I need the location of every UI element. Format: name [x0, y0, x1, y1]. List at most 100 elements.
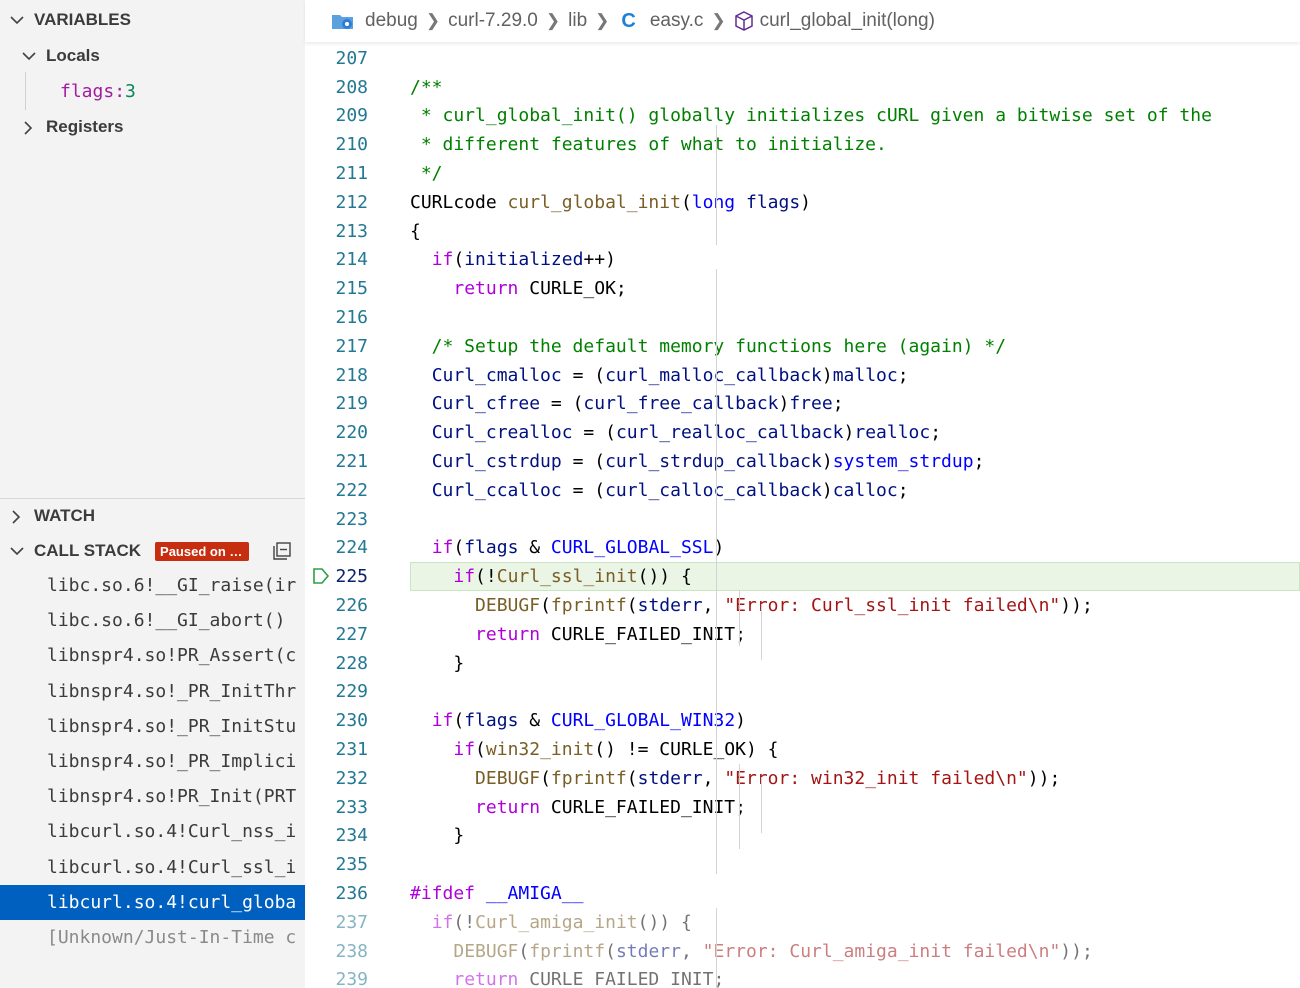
- chevron-down-icon: [22, 50, 36, 62]
- code-line[interactable]: 219 Curl_cfree = (curl_free_callback)fre…: [305, 390, 1300, 419]
- callstack-header-label: CALL STACK: [34, 541, 142, 560]
- code-token: (!: [475, 566, 497, 588]
- code-text: DEBUGF(fprintf(stderr, "Error: Curl_ssl_…: [410, 595, 1093, 616]
- collapse-all-icon[interactable]: [272, 541, 292, 561]
- code-line[interactable]: 234 }: [305, 822, 1300, 851]
- chevron-down-icon: [10, 14, 24, 26]
- code-token: ): [778, 393, 790, 415]
- code-line[interactable]: 208 /**: [305, 73, 1300, 102]
- code-token: (: [540, 595, 551, 617]
- code-line[interactable]: 230 if(flags & CURL_GLOBAL_WIN32): [305, 706, 1300, 735]
- call-stack-frame[interactable]: libnspr4.so!_PR_Implici: [0, 744, 305, 779]
- code-line[interactable]: 238 DEBUGF(fprintf(stderr, "Error: Curl_…: [305, 937, 1300, 966]
- code-token: stderr: [637, 767, 703, 789]
- code-line[interactable]: 207: [305, 44, 1300, 73]
- code-text: Curl_crealloc = (curl_realloc_callback)r…: [410, 422, 941, 443]
- breadcrumb-item-folder[interactable]: curl-7.29.0: [448, 10, 538, 32]
- code-line[interactable]: 221 Curl_cstrdup = (curl_strdup_callback…: [305, 447, 1300, 476]
- code-token: ): [843, 422, 855, 444]
- code-line[interactable]: 232 DEBUGF(fprintf(stderr, "Error: win32…: [305, 764, 1300, 793]
- code-token: DEBUGF: [475, 595, 541, 617]
- call-stack-frame-label: libcurl.so.4!Curl_ssl_i: [47, 856, 297, 878]
- code-line[interactable]: 222 Curl_ccalloc = (curl_calloc_callback…: [305, 476, 1300, 505]
- code-text: Curl_cstrdup = (curl_strdup_callback)sys…: [410, 451, 985, 472]
- code-line[interactable]: 214 if(initialized++): [305, 246, 1300, 275]
- code-token: free: [789, 393, 833, 415]
- code-line[interactable]: 226 DEBUGF(fprintf(stderr, "Error: Curl_…: [305, 591, 1300, 620]
- call-stack-frame[interactable]: libnspr4.so!_PR_InitStu: [0, 709, 305, 744]
- code-line[interactable]: 217 /* Setup the default memory function…: [305, 332, 1300, 361]
- call-stack-frame[interactable]: libnspr4.so!PR_Assert(c: [0, 638, 305, 673]
- code-line[interactable]: 218 Curl_cmalloc = (curl_malloc_callback…: [305, 361, 1300, 390]
- callstack-section-header[interactable]: CALL STACK Paused on e...: [0, 534, 250, 568]
- method-cube-icon: [734, 11, 754, 31]
- code-token: }: [410, 652, 465, 674]
- code-line[interactable]: 215 return CURLE_OK;: [305, 274, 1300, 303]
- code-token: (: [475, 739, 486, 761]
- code-line[interactable]: 231 if(win32_init() != CURLE_OK) {: [305, 735, 1300, 764]
- call-stack-frame[interactable]: [Unknown/Just-In-Time c: [0, 920, 305, 955]
- code-token: ()) {: [637, 911, 692, 933]
- code-text: }: [410, 825, 464, 846]
- code-text: return CURLE_FAILED_INIT;: [410, 969, 724, 988]
- code-token: CURLE_FAILED_INIT;: [518, 969, 725, 988]
- call-stack-frame[interactable]: libnspr4.so!_PR_InitThr: [0, 674, 305, 709]
- call-stack-frame[interactable]: libc.so.6!__GI_raise(ir: [0, 568, 305, 603]
- variable-flags[interactable]: flags: 3: [60, 74, 136, 108]
- call-stack-frame-label: libnspr4.so!_PR_Implici: [47, 751, 297, 772]
- locals-scope[interactable]: Locals: [20, 39, 100, 73]
- code-line[interactable]: 236 #ifdef __AMIGA__: [305, 879, 1300, 908]
- code-token: ));: [1060, 940, 1093, 962]
- code-line[interactable]: 229: [305, 678, 1300, 707]
- call-stack-frame-label: libnspr4.so!PR_Init(PRT: [47, 786, 297, 808]
- line-number: 220: [335, 422, 368, 444]
- code-line[interactable]: 235: [305, 850, 1300, 879]
- call-stack-frame[interactable]: libcurl.so.4!Curl_nss_i: [0, 814, 305, 849]
- code-token: if: [431, 911, 454, 933]
- code-token: if: [431, 710, 454, 732]
- code-token: flags: [745, 191, 801, 213]
- code-line[interactable]: 209 * curl_global_init() globally initia…: [305, 102, 1300, 131]
- code-line[interactable]: 227 return CURLE_FAILED_INIT;: [305, 620, 1300, 649]
- code-line[interactable]: 223: [305, 505, 1300, 534]
- call-stack-frame[interactable]: libcurl.so.4!curl_globa: [0, 884, 305, 920]
- code-line[interactable]: 212 CURLcode curl_global_init(long flags): [305, 188, 1300, 217]
- code-line[interactable]: 220 Curl_crealloc = (curl_realloc_callba…: [305, 418, 1300, 447]
- breadcrumb-item-folder[interactable]: lib: [568, 10, 587, 32]
- code-line[interactable]: 237 if(!Curl_amiga_init()) {: [305, 908, 1300, 937]
- code-text: Curl_cmalloc = (curl_malloc_callback)mal…: [410, 365, 909, 386]
- code-token: Curl_cfree: [431, 393, 541, 415]
- code-token: CURL_GLOBAL_WIN32: [550, 710, 736, 732]
- code-line[interactable]: 213 {: [305, 217, 1300, 246]
- call-stack-frame[interactable]: libc.so.6!__GI_abort(): [0, 603, 305, 638]
- variable-name: flags: [60, 80, 115, 102]
- code-line[interactable]: 216: [305, 303, 1300, 332]
- line-number: 230: [335, 710, 368, 732]
- watch-section-header[interactable]: WATCH: [0, 499, 95, 533]
- indent-guide: [716, 125, 717, 245]
- registers-scope[interactable]: Registers: [20, 110, 123, 144]
- code-token: * different features of what to initiali…: [410, 134, 887, 156]
- variables-section-header[interactable]: VARIABLES: [0, 3, 131, 37]
- line-number: 236: [335, 883, 368, 905]
- code-line[interactable]: 211 */: [305, 159, 1300, 188]
- code-token: DEBUGF: [475, 767, 541, 789]
- code-line[interactable]: 210 * different features of what to init…: [305, 130, 1300, 159]
- code-line[interactable]: 228 }: [305, 649, 1300, 678]
- breadcrumb-item-symbol[interactable]: curl_global_init(long): [760, 10, 935, 32]
- code-editor[interactable]: 207 208 /** 209 * curl_global_init() global…: [305, 42, 1300, 988]
- call-stack-frame[interactable]: libnspr4.so!PR_Init(PRT: [0, 779, 305, 814]
- code-token: (!: [453, 911, 476, 933]
- breadcrumb-item-file[interactable]: easy.c: [650, 10, 704, 32]
- code-token: flags: [464, 537, 519, 559]
- code-line[interactable]: 239 return CURLE_FAILED_INIT;: [305, 966, 1300, 988]
- code-token: ,: [702, 595, 725, 617]
- code-line[interactable]: 225 if(!Curl_ssl_init()) {: [305, 562, 1300, 592]
- call-stack-frame[interactable]: libcurl.so.4!Curl_ssl_i: [0, 850, 305, 885]
- code-line[interactable]: 224 if(flags & CURL_GLOBAL_SSL): [305, 534, 1300, 563]
- code-line[interactable]: 233 return CURLE_FAILED_INIT;: [305, 793, 1300, 822]
- breadcrumb-item-folder[interactable]: debug: [365, 10, 418, 32]
- code-token: (: [540, 767, 551, 789]
- line-number: 219: [335, 393, 368, 415]
